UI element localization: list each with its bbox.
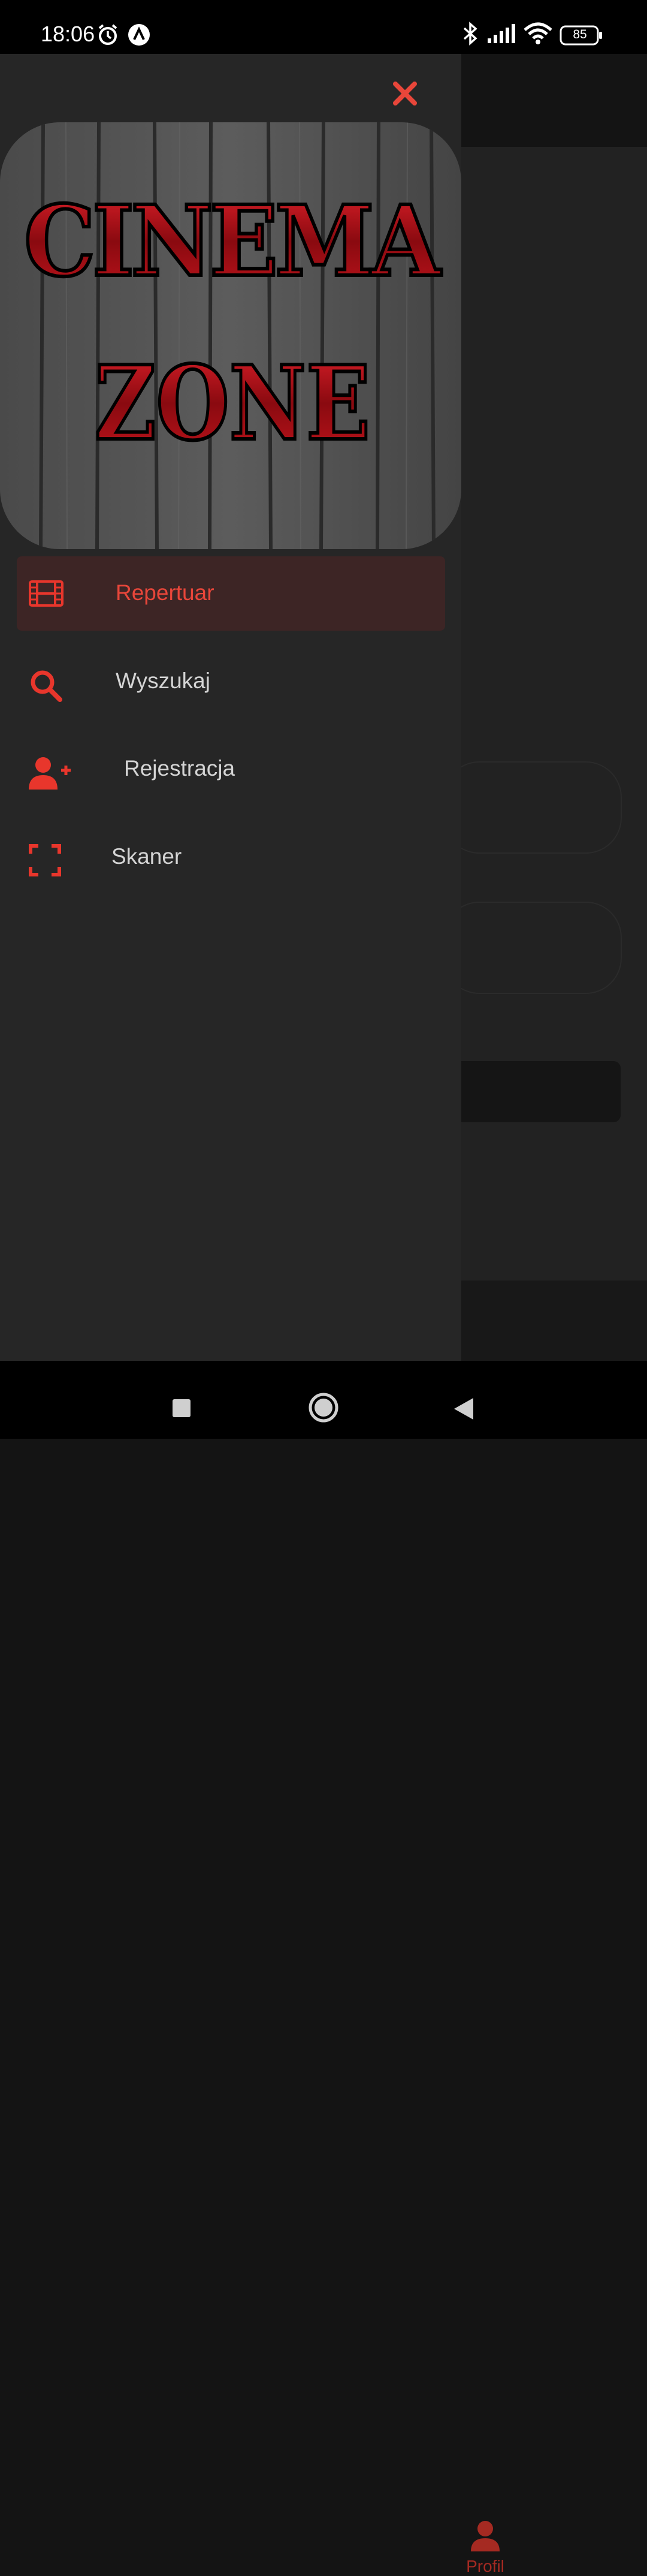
wifi-icon (524, 22, 552, 49)
status-time: 18:06 (41, 22, 95, 46)
bluetooth-icon (461, 22, 479, 49)
user-plus-icon (29, 756, 72, 794)
menu-item-skaner[interactable]: Skaner (17, 820, 445, 894)
bottom-nav-profile[interactable]: Profil (461, 2519, 509, 2576)
scanner-icon (29, 844, 61, 879)
cinema-zone-logo: CINEMA ZONE (0, 122, 461, 549)
system-nav-bar (0, 1361, 647, 1439)
logo-line-1: CINEMA (24, 185, 442, 299)
alarm-icon (96, 23, 120, 50)
app-notification-icon (127, 23, 151, 50)
menu-item-rejestracja[interactable]: Rejestracja (17, 732, 445, 806)
background-input-1 (443, 761, 622, 854)
battery-level: 85 (573, 28, 587, 41)
menu-item-wyszukaj[interactable]: Wyszukaj (17, 644, 445, 719)
bottom-nav-profile-label: Profil (466, 2557, 504, 2575)
background-button (443, 1061, 621, 1122)
menu-item-repertuar-label: Repertuar (116, 580, 214, 605)
signal-icon (486, 23, 516, 47)
user-icon (469, 2521, 501, 2554)
search-icon (29, 668, 64, 706)
menu-item-rejestracja-label: Rejestracja (124, 756, 235, 781)
home-icon[interactable] (308, 1392, 339, 1426)
status-bar: 18:06 85 (0, 0, 647, 54)
menu-item-skaner-label: Skaner (111, 844, 182, 869)
back-icon[interactable] (453, 1397, 474, 1424)
logo-line-2: ZONE (95, 344, 370, 463)
recents-icon[interactable] (171, 1398, 192, 1421)
menu-item-wyszukaj-label: Wyszukaj (116, 668, 210, 693)
film-icon (29, 580, 64, 610)
close-icon[interactable] (389, 78, 421, 109)
menu-item-repertuar[interactable]: Repertuar (17, 556, 445, 631)
navigation-drawer: CINEMA ZONE Repertuar Wyszukaj Rejestrac… (0, 54, 461, 1361)
background-input-2 (443, 902, 622, 994)
